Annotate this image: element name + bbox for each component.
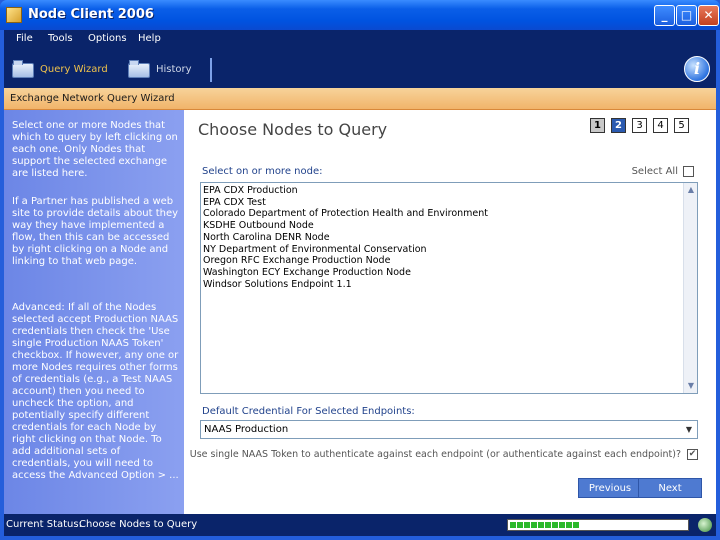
instructions-paragraph-3: Advanced: If all of the Nodes selected a… (12, 302, 179, 481)
help-icon[interactable]: i (684, 56, 710, 82)
list-item[interactable]: Windsor Solutions Endpoint 1.1 (203, 279, 488, 291)
step-4[interactable]: 4 (653, 118, 668, 133)
menu-tools[interactable]: Tools (48, 33, 73, 44)
step-5[interactable]: 5 (674, 118, 689, 133)
credential-label: Default Credential For Selected Endpoint… (202, 406, 415, 417)
progress-segment (510, 522, 516, 528)
instructions-pane: Select one or more Nodes that which to q… (4, 110, 184, 514)
scroll-up-icon[interactable]: ▲ (685, 184, 697, 196)
maximize-button[interactable]: □ (676, 5, 697, 26)
app-icon (6, 7, 22, 23)
status-label: Current Status: (6, 519, 82, 530)
progress-segment (559, 522, 565, 528)
previous-button[interactable]: Previous (578, 478, 642, 498)
credential-select[interactable]: NAAS Production ▼ (200, 420, 698, 439)
instructions-paragraph-2: If a Partner has published a web site to… (12, 196, 179, 267)
progress-segment (552, 522, 558, 528)
progress-fill (510, 522, 579, 528)
status-bar: Current Status: Choose Nodes to Query (4, 514, 716, 536)
main-pane: Choose Nodes to Query 1 2 3 4 5 Select o… (184, 110, 716, 514)
scroll-down-icon[interactable]: ▼ (685, 380, 697, 392)
node-select-label: Select on or more node: (202, 166, 323, 177)
list-item[interactable]: Oregon RFC Exchange Production Node (203, 255, 488, 267)
toolbar-separator (210, 58, 212, 82)
query-wizard-label: Query Wizard (40, 63, 108, 75)
list-item[interactable]: EPA CDX Test (203, 197, 488, 209)
page-title: Choose Nodes to Query (198, 120, 388, 139)
chevron-down-icon[interactable]: ▼ (681, 421, 697, 438)
progress-segment (573, 522, 579, 528)
node-list-scrollbar[interactable]: ▲ ▼ (683, 183, 697, 393)
token-label: Use single NAAS Token to authenticate ag… (189, 449, 681, 460)
select-all-label: Select All (631, 166, 678, 177)
list-item[interactable]: EPA CDX Production (203, 185, 488, 197)
credential-value: NAAS Production (204, 424, 289, 435)
token-checkbox[interactable]: ✔ (687, 449, 698, 460)
progress-segment (524, 522, 530, 528)
history-button[interactable]: History (128, 58, 192, 80)
list-item[interactable]: NY Department of Environmental Conservat… (203, 244, 488, 256)
history-label: History (156, 63, 192, 75)
toolbar: Query Wizard History i (4, 50, 716, 88)
status-globe-icon (698, 518, 712, 532)
menu-bar: File Tools Options Help (4, 30, 716, 50)
wizard-header-title: Exchange Network Query Wizard (10, 93, 175, 104)
select-all-checkbox[interactable] (683, 166, 694, 177)
list-item[interactable]: KSDHE Outbound Node (203, 220, 488, 232)
menu-file[interactable]: File (16, 33, 33, 44)
wizard-steps: 1 2 3 4 5 (590, 118, 689, 133)
query-wizard-icon (12, 59, 36, 79)
status-value: Choose Nodes to Query (79, 519, 198, 530)
menu-help[interactable]: Help (138, 33, 161, 44)
progress-segment (531, 522, 537, 528)
node-list[interactable]: EPA CDX Production EPA CDX Test Colorado… (200, 182, 698, 394)
close-button[interactable]: ✕ (698, 5, 719, 26)
step-2[interactable]: 2 (611, 118, 626, 133)
progress-segment (545, 522, 551, 528)
step-3[interactable]: 3 (632, 118, 647, 133)
instructions-paragraph-1: Select one or more Nodes that which to q… (12, 120, 178, 179)
list-item[interactable]: North Carolina DENR Node (203, 232, 488, 244)
history-icon (128, 59, 152, 79)
list-item[interactable]: Colorado Department of Protection Health… (203, 208, 488, 220)
select-all: Select All (632, 166, 694, 177)
minimize-button[interactable]: _ (654, 5, 675, 26)
title-bar: Node Client 2006 _ □ ✕ (0, 0, 720, 30)
step-1[interactable]: 1 (590, 118, 605, 133)
token-option: Use single NAAS Token to authenticate ag… (190, 449, 698, 460)
wizard-header: Exchange Network Query Wizard (4, 88, 716, 110)
progress-segment (538, 522, 544, 528)
list-item[interactable]: Washington ECY Exchange Production Node (203, 267, 488, 279)
window-title: Node Client 2006 (28, 7, 154, 22)
checkmark-icon: ✔ (688, 449, 697, 459)
menu-options[interactable]: Options (88, 33, 127, 44)
next-button[interactable]: Next (638, 478, 702, 498)
progress-segment (517, 522, 523, 528)
query-wizard-button[interactable]: Query Wizard (12, 58, 108, 80)
progress-bar (507, 519, 689, 531)
progress-segment (566, 522, 572, 528)
